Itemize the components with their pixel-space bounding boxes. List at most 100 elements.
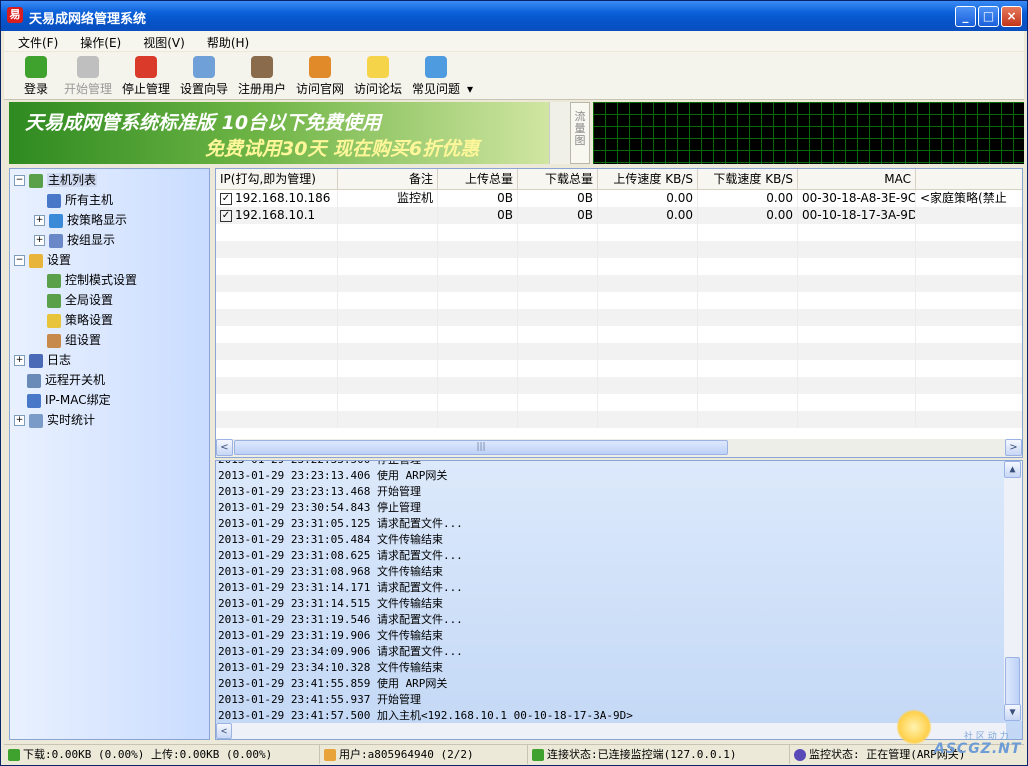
table-row[interactable] [216,292,1022,309]
col-ip[interactable]: IP(打勾,即为管理) [216,169,338,189]
log-vscrollbar[interactable]: ▲ ▼ [1004,461,1022,721]
cell-up-speed [598,275,698,292]
log-scroll-up[interactable]: ▲ [1004,461,1021,478]
expander-icon[interactable]: − [14,175,25,186]
register-user-button[interactable]: 注册用户 [238,56,286,97]
faq-button[interactable]: 常见问题 [412,56,460,97]
minimize-button[interactable]: _ [955,6,976,27]
setup-wizard-button[interactable]: 设置向导 [180,56,228,97]
tree-item-10[interactable]: 远程开关机 [14,371,105,389]
cell-up-speed [598,258,698,275]
menu-file[interactable]: 文件(F) [10,31,66,51]
table-scroll-right[interactable]: > [1005,439,1022,456]
expander-icon[interactable]: + [34,215,45,226]
table-row[interactable] [216,309,1022,326]
tree-item-2[interactable]: + 按策略显示 [34,211,127,229]
table-row[interactable] [216,326,1022,343]
cell-up-speed [598,394,698,411]
banner-scrollbar[interactable] [549,102,570,164]
table-row[interactable] [216,275,1022,292]
monitor-status-icon [794,749,806,761]
title-bar[interactable]: 易 天易成网络管理系统 _ □ × [1,1,1027,31]
col-down-speed[interactable]: 下载速度 KB/S [698,169,798,189]
toolbar-more-button[interactable]: ▾ [467,82,473,96]
menu-help[interactable]: 帮助(H) [199,31,257,51]
tree-item-12[interactable]: + 实时统计 [14,411,95,429]
flow-graph-tab[interactable]: 流量图 [570,102,590,164]
tree-item-0[interactable]: − 主机列表 [14,171,98,189]
expander-icon[interactable]: + [34,235,45,246]
cell-down-total: 0B [518,207,598,224]
expander-icon[interactable]: − [14,255,25,266]
col-policy[interactable] [916,169,1022,189]
cell-text: 0B [577,208,593,222]
table-scroll-thumb[interactable]: ||| [234,440,728,455]
table-row[interactable]: ✓ 192.168.10.1 0B 0B 0.00 0.00 00-10-18-17-3A-… [216,207,1022,224]
visit-website-button[interactable]: 访问官网 [296,56,344,97]
log-scroll-thumb[interactable] [1005,657,1020,705]
table-row[interactable] [216,258,1022,275]
promo-banner[interactable]: 天易成网管系统标准版 10台以下免费使用 免费试用30天 现在购买6折优惠 [9,102,569,164]
login-button[interactable]: 登录 [24,56,48,97]
table-row[interactable] [216,224,1022,241]
col-mac[interactable]: MAC [798,169,916,189]
stop-manage-button[interactable]: 停止管理 [122,56,170,97]
menu-view[interactable]: 视图(V) [135,31,193,51]
cell-down-total [518,309,598,326]
cell-note [338,377,438,394]
tree-item-1[interactable]: 所有主机 [34,191,113,209]
expander-icon[interactable]: + [14,415,25,426]
col-up-speed[interactable]: 上传速度 KB/S [598,169,698,189]
table-row[interactable] [216,411,1022,428]
table-scroll-left[interactable]: < [216,439,233,456]
log-scroll-left[interactable]: < [216,723,232,739]
tree-item-5[interactable]: 控制模式设置 [34,271,137,289]
manage-checkbox[interactable]: ✓ [220,192,232,205]
tree-item-label: 日志 [47,353,72,367]
cell-text: 0.00 [666,208,693,222]
table-row[interactable] [216,360,1022,377]
cell-note [338,207,438,224]
cell-down-speed [698,275,798,292]
tree-item-3[interactable]: + 按组显示 [34,231,115,249]
cell-up-total [438,275,518,292]
login-label: 登录 [24,82,49,96]
menu-operation[interactable]: 操作(E) [72,31,129,51]
table-row[interactable] [216,377,1022,394]
cell-text: 0.00 [666,191,693,205]
log-hscrollbar[interactable]: < [216,723,1006,739]
table-row[interactable]: ✓ 192.168.10.186 监控机 0B 0B 0.00 0.00 00-30-18-A… [216,190,1022,207]
maximize-button[interactable]: □ [978,6,999,27]
col-down-total[interactable]: 下载总量 [518,169,598,189]
cell-text: 监控机 [396,191,433,205]
window-title: 天易成网络管理系统 [29,12,147,27]
cell-up-total: 0B [438,190,518,207]
table-hscrollbar[interactable]: < ||| > [216,439,1022,457]
tree-item-11[interactable]: IP-MAC绑定 [14,391,111,409]
manage-checkbox[interactable]: ✓ [220,209,232,222]
cell-up-total: 0B [438,207,518,224]
tree-item-4[interactable]: − 设置 [14,251,71,269]
tree-item-6[interactable]: 全局设置 [34,291,113,309]
cell-mac [798,258,916,275]
cell-down-speed [698,241,798,258]
expander-icon[interactable]: + [14,355,25,366]
table-row[interactable] [216,241,1022,258]
col-up-total[interactable]: 上传总量 [438,169,518,189]
table-header: IP(打勾,即为管理) 备注 上传总量 下载总量 上传速度 KB/S 下载速度 … [216,169,1022,190]
cell-policy [916,326,1022,343]
col-note[interactable]: 备注 [338,169,438,189]
table-row[interactable] [216,343,1022,360]
close-button[interactable]: × [1001,6,1022,27]
visit-forum-button[interactable]: 访问论坛 [354,56,402,97]
group-icon [49,233,63,248]
log-line: 2013-01-29 23:30:54.843 停止管理 [218,501,421,514]
start-manage-button[interactable]: 开始管理 [64,56,112,97]
table-row[interactable] [216,394,1022,411]
tree-item-8[interactable]: 组设置 [34,331,101,349]
cell-up-speed [598,377,698,394]
tree-item-7[interactable]: 策略设置 [34,311,113,329]
tree-item-9[interactable]: + 日志 [14,351,71,369]
cell-down-total [518,377,598,394]
